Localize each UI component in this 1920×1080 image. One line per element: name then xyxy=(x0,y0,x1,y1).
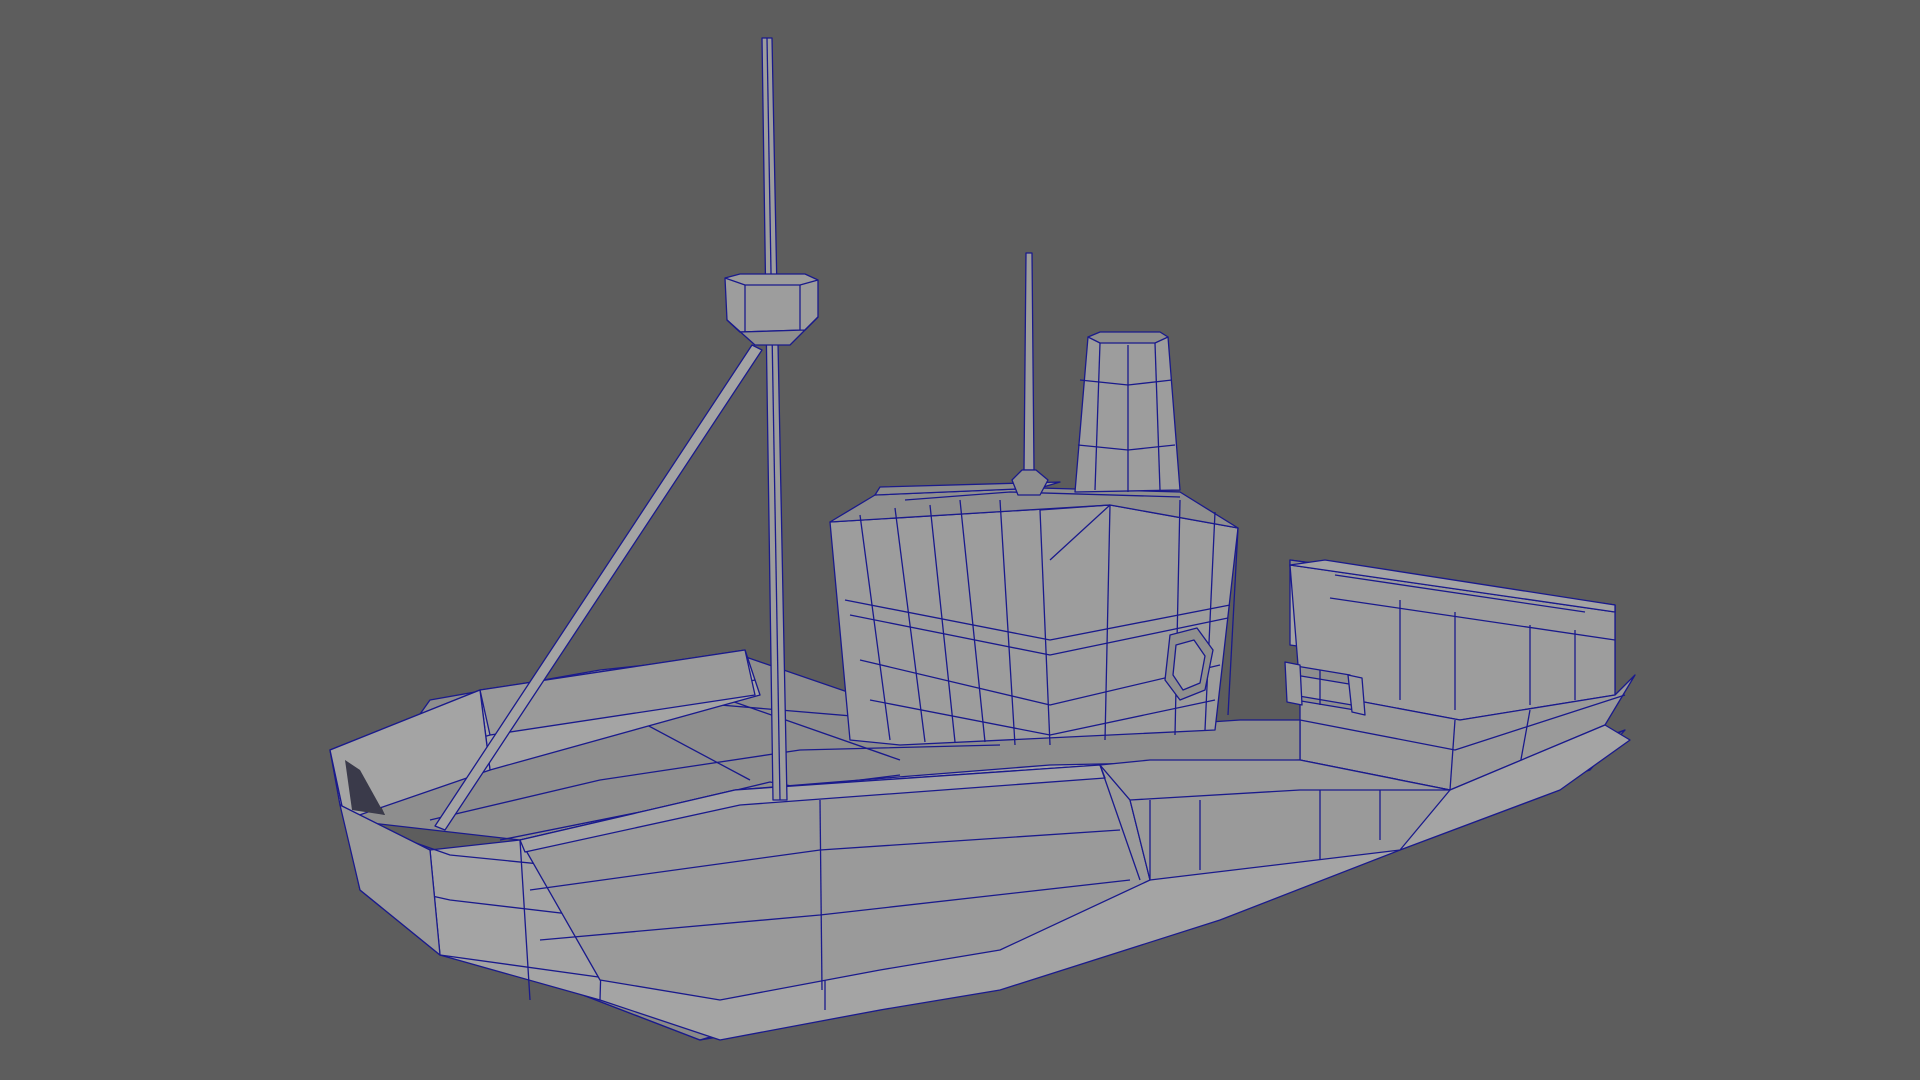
3d-viewport[interactable] xyxy=(0,0,1920,1080)
crows-nest[interactable] xyxy=(724,273,819,346)
funnel[interactable] xyxy=(1074,331,1181,493)
antenna[interactable] xyxy=(1011,252,1049,496)
cabin[interactable] xyxy=(829,481,1239,746)
boat-model[interactable] xyxy=(0,0,1920,1080)
